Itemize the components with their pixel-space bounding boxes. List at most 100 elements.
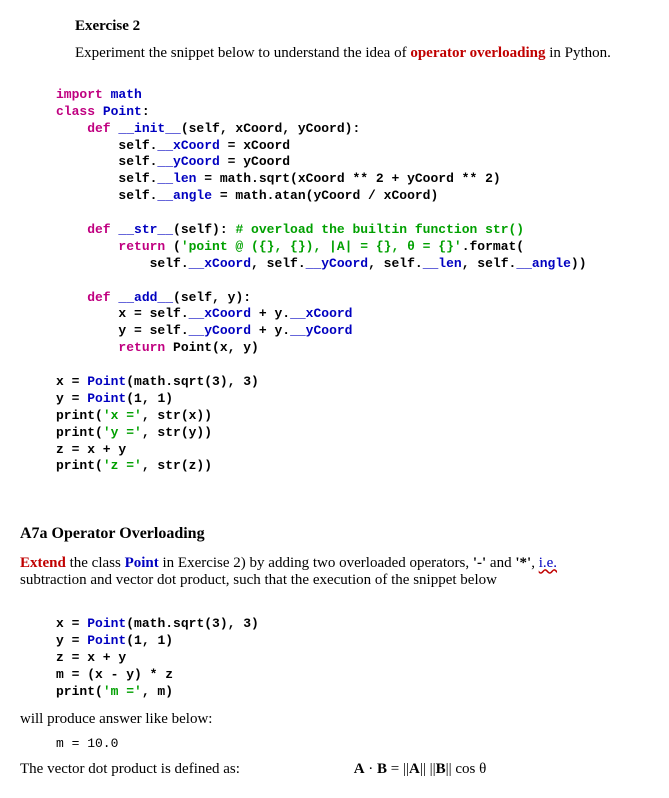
formula-a2: A [409,761,420,777]
code-dunder: __init__ [111,121,181,136]
exercise-title: Exercise 2 [75,18,649,35]
code: x = self. [56,306,189,321]
extend-op: '-' [473,555,486,571]
code-attr: __xCoord [189,306,251,321]
code: , self. [251,256,306,271]
code: : [142,104,150,119]
formula-mid: || || [420,761,436,777]
code: z = x + y [56,650,126,665]
code: , self. [462,256,517,271]
code-str: 'point @ ({}, {}), |A| = {}, θ = {}' [181,239,462,254]
code: z = x + y [56,442,126,457]
code-attr: __angle [516,256,571,271]
extend-text: in Exercise 2) by adding two overloaded … [159,555,473,571]
code: , str(z)) [142,458,212,473]
code: + y. [251,306,290,321]
code: Point(x, y) [165,340,259,355]
code: = math.sqrt(xCoord ** 2 + yCoord ** 2) [196,171,500,186]
code: )) [571,256,587,271]
extend-paragraph: Extend the class Point in Exercise 2) by… [20,555,649,589]
code-str: 'x =' [103,408,142,423]
code-attr: __yCoord [306,256,368,271]
code: .format( [462,239,524,254]
code: (1, 1) [126,633,173,648]
code-block-2: x = Point(math.sqrt(3), 3) y = Point(1, … [56,599,649,700]
dot-product-text: The vector dot product is defined as: [20,761,240,777]
code: ( [165,239,181,254]
code: , self. [368,256,423,271]
code: x = [56,616,87,631]
code-attr: __xCoord [290,306,352,321]
formula-end: || cos θ [446,761,487,777]
code [56,205,64,220]
intro-post: in Python. [545,45,610,61]
code: = math.atan(yCoord / xCoord) [212,188,438,203]
extend-text: and [486,555,515,571]
code-kw: def [56,290,111,305]
code-str: 'z =' [103,458,142,473]
code: , str(x)) [142,408,212,423]
code-kw: return [56,239,165,254]
section-title: A7a Operator Overloading [20,525,649,543]
formula-dot: · [365,761,378,777]
code-str: 'y =' [103,425,142,440]
code-attr: __len [157,171,196,186]
code-attr: __yCoord [189,323,251,338]
code: (self, y): [173,290,251,305]
extend-op: '*' [515,555,531,571]
intro-pre: Experiment the snippet below to understa… [75,45,410,61]
code-attr: __yCoord [290,323,352,338]
code: = yCoord [220,154,290,169]
extend-keyword: Extend [20,555,66,571]
code: print( [56,458,103,473]
code: x = [56,374,87,389]
extend-text: the class [66,555,125,571]
code: (1, 1) [126,391,173,406]
code-attr: __yCoord [157,154,219,169]
extend-point: Point [125,555,159,571]
code-kw: class [56,104,95,119]
code-cls: Point [87,391,126,406]
code: , str(y)) [142,425,212,440]
code-attr: __angle [157,188,212,203]
formula-a: A [354,761,365,777]
code: self. [56,188,157,203]
code: (math.sqrt(3), 3) [126,616,259,631]
code [56,273,64,288]
code-cls: Point [95,104,142,119]
code: m = (x - y) * z [56,667,173,682]
code: self. [56,154,157,169]
code: print( [56,425,103,440]
code-comment: # overload the builtin function str() [235,222,524,237]
code-kw: def [56,121,111,136]
code: = xCoord [220,138,290,153]
code: print( [56,684,103,699]
code: self. [56,256,189,271]
code: + y. [251,323,290,338]
code [56,357,64,372]
code-attr: __len [423,256,462,271]
formula-b: B [377,761,387,777]
code-mod: math [103,87,142,102]
intro-red: operator overloading [410,45,545,61]
code-kw: import [56,87,103,102]
code: print( [56,408,103,423]
code-str: 'm =' [103,684,142,699]
code-cls: Point [87,616,126,631]
code-kw: return [56,340,165,355]
code-attr: __xCoord [157,138,219,153]
formula-b2: B [436,761,446,777]
code-block-1: import math class Point: def __init__(se… [56,70,649,475]
code: y = [56,391,87,406]
extend-text: , [531,555,539,571]
code: self. [56,171,157,186]
dot-product-formula: A · B = ||A|| ||B|| cos θ [354,761,487,778]
code-cls: Point [87,633,126,648]
code-cls: Point [87,374,126,389]
result-line: m = 10.0 [56,736,649,751]
code-kw: def [56,222,111,237]
extend-ie: i.e. [539,555,557,571]
below-text: will produce answer like below: [20,711,649,728]
code: (self, xCoord, yCoord): [181,121,360,136]
dot-product-line: The vector dot product is defined as: A … [20,761,649,778]
